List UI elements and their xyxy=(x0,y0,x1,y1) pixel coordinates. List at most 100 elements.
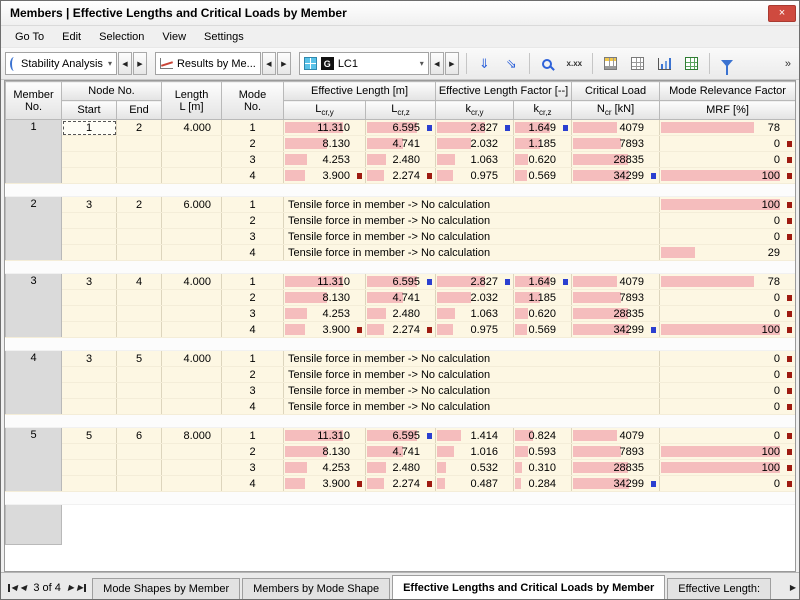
member-number-cell[interactable]: 5 xyxy=(6,428,62,492)
cell-ncr[interactable]: 34299 xyxy=(572,322,660,338)
mode-number-cell[interactable]: 1 xyxy=(222,197,284,213)
cell-lcry[interactable]: 4.253 xyxy=(284,306,366,322)
node-end-cell[interactable] xyxy=(117,168,162,184)
mode-number-cell[interactable]: 3 xyxy=(222,152,284,168)
cell-ncr[interactable]: 4079 xyxy=(572,120,660,136)
cell-kcrz[interactable]: 0.569 xyxy=(514,322,572,338)
cell-mrf[interactable]: 0 xyxy=(660,213,796,229)
cell-mrf[interactable]: 0 xyxy=(660,367,796,383)
cell-lcry[interactable]: 8.130 xyxy=(284,136,366,152)
col-header-kcrz[interactable]: kcr,z xyxy=(514,101,572,120)
export-spreadsheet-button[interactable] xyxy=(679,51,704,76)
cell-kcry[interactable]: 0.975 xyxy=(436,168,514,184)
col-header-effective-length[interactable]: Effective Length [m] xyxy=(284,82,436,101)
cell-mrf[interactable]: 0 xyxy=(660,351,796,367)
cell-lcry[interactable]: 8.130 xyxy=(284,290,366,306)
mode-number-cell[interactable]: 3 xyxy=(222,383,284,399)
cell-lcrz[interactable]: 2.274 xyxy=(366,476,436,492)
col-header-critical-load[interactable]: Critical Load xyxy=(572,82,660,101)
length-cell[interactable] xyxy=(162,306,222,322)
length-cell[interactable] xyxy=(162,460,222,476)
length-cell[interactable] xyxy=(162,136,222,152)
cell-mrf[interactable]: 29 xyxy=(660,245,796,261)
col-header-length[interactable]: Length L [m] xyxy=(162,82,222,120)
cell-mrf[interactable]: 100 xyxy=(660,460,796,476)
node-end-cell[interactable] xyxy=(117,152,162,168)
node-start-cell[interactable] xyxy=(62,383,117,399)
cell-lcry[interactable]: 4.253 xyxy=(284,152,366,168)
tab-scroll-right-button[interactable]: ▶ xyxy=(790,583,796,592)
cell-lcrz[interactable]: 6.595 xyxy=(366,428,436,444)
cell-mrf[interactable]: 0 xyxy=(660,306,796,322)
col-header-node[interactable]: Node No. xyxy=(62,82,162,101)
mode-number-cell[interactable]: 4 xyxy=(222,168,284,184)
cell-lcrz[interactable]: 6.595 xyxy=(366,274,436,290)
col-header-member[interactable]: Member No. xyxy=(6,82,62,120)
cell-kcry[interactable]: 1.063 xyxy=(436,306,514,322)
stability-analysis-combo[interactable]: Stability Analysis ▾ xyxy=(5,52,117,75)
length-cell[interactable]: 4.000 xyxy=(162,351,222,367)
mode-number-cell[interactable]: 2 xyxy=(222,136,284,152)
cell-ncr[interactable]: 7893 xyxy=(572,136,660,152)
table-manager-button[interactable] xyxy=(625,51,650,76)
tensile-message-cell[interactable]: Tensile force in member -> No calculatio… xyxy=(284,245,660,261)
col-header-mrf-unit[interactable]: MRF [%] xyxy=(660,101,796,120)
mode-number-cell[interactable]: 1 xyxy=(222,428,284,444)
tensile-message-cell[interactable]: Tensile force in member -> No calculatio… xyxy=(284,213,660,229)
node-start-cell[interactable]: 1 xyxy=(62,120,117,136)
cell-ncr[interactable]: 34299 xyxy=(572,476,660,492)
mode-number-cell[interactable]: 4 xyxy=(222,399,284,415)
cell-lcry[interactable]: 4.253 xyxy=(284,460,366,476)
node-start-cell[interactable] xyxy=(62,322,117,338)
cell-kcrz[interactable]: 0.593 xyxy=(514,444,572,460)
node-start-cell[interactable] xyxy=(62,229,117,245)
tensile-message-cell[interactable]: Tensile force in member -> No calculatio… xyxy=(284,229,660,245)
new-table-button[interactable] xyxy=(598,51,623,76)
next-table-button[interactable]: ▶ xyxy=(68,584,74,592)
node-start-cell[interactable]: 3 xyxy=(62,274,117,290)
cell-lcry[interactable]: 3.900 xyxy=(284,322,366,338)
mode-number-cell[interactable]: 3 xyxy=(222,229,284,245)
cell-lcrz[interactable]: 2.480 xyxy=(366,152,436,168)
col-header-kcry[interactable]: kcr,y xyxy=(436,101,514,120)
length-cell[interactable] xyxy=(162,290,222,306)
cell-ncr[interactable]: 34299 xyxy=(572,168,660,184)
cell-lcry[interactable]: 11.310 xyxy=(284,120,366,136)
member-number-cell[interactable]: 3 xyxy=(6,274,62,338)
mode-number-cell[interactable]: 3 xyxy=(222,306,284,322)
mode-number-cell[interactable]: 2 xyxy=(222,213,284,229)
cell-kcrz[interactable]: 1.649 xyxy=(514,120,572,136)
cell-kcry[interactable]: 0.975 xyxy=(436,322,514,338)
node-end-cell[interactable]: 5 xyxy=(117,351,162,367)
cell-kcrz[interactable]: 1.185 xyxy=(514,290,572,306)
show-values-button[interactable]: x.xx xyxy=(562,51,587,76)
length-cell[interactable] xyxy=(162,322,222,338)
length-cell[interactable]: 4.000 xyxy=(162,120,222,136)
tab-effective-length-[interactable]: Effective Length: xyxy=(667,578,771,599)
length-cell[interactable] xyxy=(162,476,222,492)
cell-kcrz[interactable]: 0.310 xyxy=(514,460,572,476)
cell-lcrz[interactable]: 2.480 xyxy=(366,306,436,322)
tab-mode-shapes-by-member[interactable]: Mode Shapes by Member xyxy=(92,578,240,599)
cell-kcrz[interactable]: 1.185 xyxy=(514,136,572,152)
cell-kcry[interactable]: 2.827 xyxy=(436,274,514,290)
node-start-cell[interactable] xyxy=(62,136,117,152)
node-end-cell[interactable]: 2 xyxy=(117,120,162,136)
cell-mrf[interactable]: 100 xyxy=(660,444,796,460)
cell-kcrz[interactable]: 1.649 xyxy=(514,274,572,290)
node-end-cell[interactable] xyxy=(117,136,162,152)
stability-next-button[interactable]: ▶ xyxy=(133,52,147,75)
results-by-combo[interactable]: Results by Me... xyxy=(155,52,261,75)
node-end-cell[interactable] xyxy=(117,460,162,476)
member-number-cell[interactable]: 1 xyxy=(6,120,62,184)
node-start-cell[interactable] xyxy=(62,290,117,306)
show-results-button[interactable]: ⇓ xyxy=(472,51,497,76)
cell-kcrz[interactable]: 0.284 xyxy=(514,476,572,492)
node-start-cell[interactable] xyxy=(62,213,117,229)
col-header-effective-length-factor[interactable]: Effective Length Factor [--] xyxy=(436,82,572,101)
mode-number-cell[interactable]: 2 xyxy=(222,290,284,306)
mode-number-cell[interactable]: 2 xyxy=(222,444,284,460)
tensile-message-cell[interactable]: Tensile force in member -> No calculatio… xyxy=(284,399,660,415)
cell-kcrz[interactable]: 0.569 xyxy=(514,168,572,184)
length-cell[interactable] xyxy=(162,152,222,168)
